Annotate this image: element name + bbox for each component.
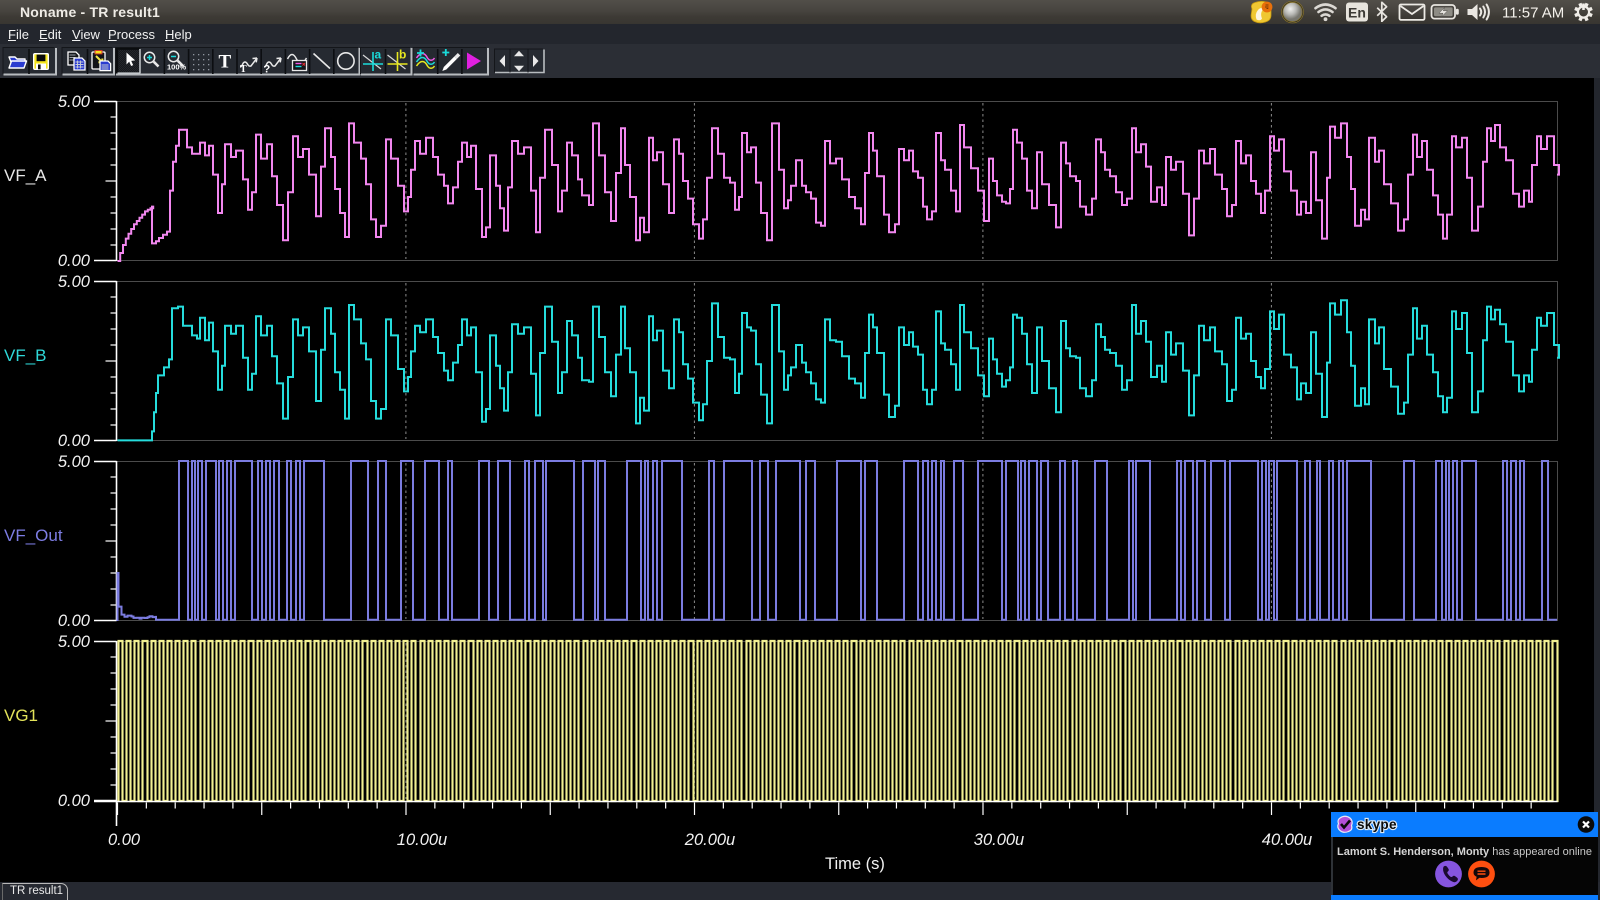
svg-text:10.00u: 10.00u	[397, 831, 447, 849]
svg-text:VF_A: VF_A	[4, 166, 47, 185]
svg-text:0.00: 0.00	[108, 831, 141, 849]
svg-text:T: T	[240, 64, 247, 75]
svg-text:20.00u: 20.00u	[684, 831, 735, 849]
svg-text:T: T	[219, 52, 232, 73]
svg-text:40.00u: 40.00u	[1262, 831, 1312, 849]
svg-text:100%: 100%	[167, 63, 187, 72]
svg-text:0.00: 0.00	[58, 252, 91, 270]
svg-text:11:57 AM: 11:57 AM	[1502, 5, 1564, 22]
svg-text:?: ?	[264, 64, 271, 76]
svg-text:En: En	[1348, 5, 1366, 21]
svg-text:0.00: 0.00	[58, 432, 91, 450]
svg-text:30.00u: 30.00u	[974, 831, 1024, 849]
svg-text:5.00: 5.00	[58, 93, 91, 111]
svg-text:5.00: 5.00	[58, 453, 91, 471]
svg-text:5.00: 5.00	[58, 273, 91, 291]
svg-text:VF_Out: VF_Out	[4, 526, 63, 545]
svg-text:VF_B: VF_B	[4, 346, 47, 365]
svg-text:0.00: 0.00	[58, 612, 91, 630]
svg-text:b: b	[399, 48, 406, 62]
svg-text:0.00: 0.00	[58, 792, 91, 810]
svg-text:a: a	[375, 48, 382, 62]
svg-text:skype: skype	[1357, 817, 1397, 832]
svg-text:5.00: 5.00	[58, 633, 91, 651]
svg-text:VG1: VG1	[4, 706, 38, 725]
svg-text:Time (s): Time (s)	[825, 855, 885, 873]
